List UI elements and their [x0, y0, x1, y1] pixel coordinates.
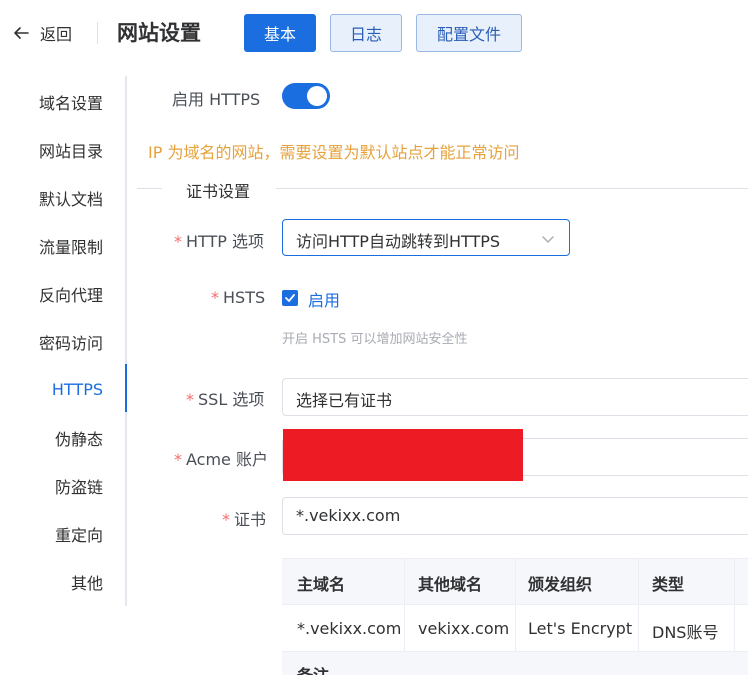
toggle-knob: [307, 86, 327, 106]
remark-label: 备注: [297, 662, 329, 675]
http-option-select[interactable]: 访问HTTP自动跳转到HTTPS: [282, 219, 570, 256]
required-mark: *: [174, 232, 182, 251]
ssl-option-select[interactable]: 选择已有证书: [282, 378, 748, 416]
column-header-primary-domain: 主域名: [297, 575, 346, 594]
column-divider: [734, 558, 735, 652]
section-divider-left: [137, 188, 162, 189]
sidebar-item-redirect[interactable]: 重定向: [55, 520, 103, 548]
http-option-label-text: HTTP 选项: [186, 232, 265, 251]
check-icon: [285, 294, 295, 302]
certificate-select[interactable]: *.vekixx.com: [282, 497, 748, 535]
column-header-issuer: 颁发组织: [528, 575, 593, 594]
redaction-block: [283, 429, 523, 481]
settings-sidebar: 域名设置 网站目录 默认文档 流量限制 反向代理 密码访问 HTTPS 伪静态 …: [0, 76, 127, 606]
hsts-checkbox[interactable]: [282, 290, 298, 306]
chevron-down-icon: [542, 236, 554, 243]
required-mark: *: [174, 450, 182, 469]
sidebar-item-domain[interactable]: 域名设置: [39, 88, 103, 116]
sidebar-item-reverse-proxy[interactable]: 反向代理: [39, 280, 103, 308]
column-header-other-domains: 其他域名: [418, 575, 483, 594]
column-divider: [515, 558, 516, 652]
ssl-option-label: * SSL 选项: [186, 386, 264, 410]
cell-type: DNS账号: [652, 623, 719, 642]
certificate-value: *.vekixx.com: [296, 506, 401, 525]
arrow-left-icon: [14, 27, 29, 39]
sidebar-item-hotlink-protection[interactable]: 防盗链: [55, 472, 103, 500]
sidebar-item-site-directory[interactable]: 网站目录: [39, 136, 103, 164]
enable-https-toggle[interactable]: [282, 83, 330, 109]
section-divider-right: [276, 188, 748, 189]
acme-account-label: * Acme 账户: [174, 446, 268, 470]
sidebar-item-https[interactable]: HTTPS: [52, 375, 103, 403]
hsts-enable-label[interactable]: 启用: [308, 287, 340, 311]
tab-config-file[interactable]: 配置文件: [416, 14, 522, 52]
column-divider: [404, 558, 405, 652]
sidebar-item-rewrite[interactable]: 伪静态: [55, 424, 103, 452]
page-title: 网站设置: [117, 21, 201, 45]
ip-domain-warning: IP 为域名的网站，需要设置为默认站点才能正常访问: [148, 143, 520, 162]
tab-logs[interactable]: 日志: [330, 14, 402, 52]
header-divider: [97, 22, 98, 44]
column-header-type: 类型: [652, 575, 685, 594]
sidebar-item-traffic-limit[interactable]: 流量限制: [39, 232, 103, 260]
column-divider: [638, 558, 639, 652]
sidebar-active-indicator: [125, 364, 127, 412]
page-header: 返回 网站设置 基本 日志 配置文件: [0, 0, 748, 66]
cell-primary-domain: *.vekixx.com: [297, 619, 402, 638]
back-button[interactable]: 返回: [12, 20, 72, 46]
certificate-label-text: 证书: [234, 510, 267, 529]
cert-section-title: 证书设置: [186, 182, 251, 201]
http-option-value: 访问HTTP自动跳转到HTTPS: [296, 232, 501, 251]
sidebar-item-password-access[interactable]: 密码访问: [39, 328, 103, 356]
acme-account-label-text: Acme 账户: [186, 450, 268, 469]
required-mark: *: [222, 510, 230, 529]
cell-other-domains: vekixx.com: [418, 619, 510, 638]
ssl-option-label-text: SSL 选项: [198, 390, 265, 409]
sidebar-item-default-document[interactable]: 默认文档: [39, 184, 103, 212]
hsts-label-text: HSTS: [223, 288, 266, 307]
cell-issuer: Let's Encrypt: [528, 619, 633, 638]
ssl-option-value: 选择已有证书: [296, 391, 393, 410]
tab-basic[interactable]: 基本: [244, 14, 316, 52]
certificate-label: * 证书: [222, 506, 266, 530]
hsts-label: * HSTS: [211, 288, 265, 307]
sidebar-item-other[interactable]: 其他: [71, 568, 103, 596]
http-option-label: * HTTP 选项: [174, 228, 264, 252]
remark-row: 备注: [282, 652, 748, 675]
required-mark: *: [186, 390, 194, 409]
required-mark: *: [211, 288, 219, 307]
enable-https-label: 启用 HTTPS: [172, 90, 261, 109]
hsts-hint: 开启 HSTS 可以增加网站安全性: [282, 332, 468, 347]
back-label: 返回: [40, 25, 73, 44]
